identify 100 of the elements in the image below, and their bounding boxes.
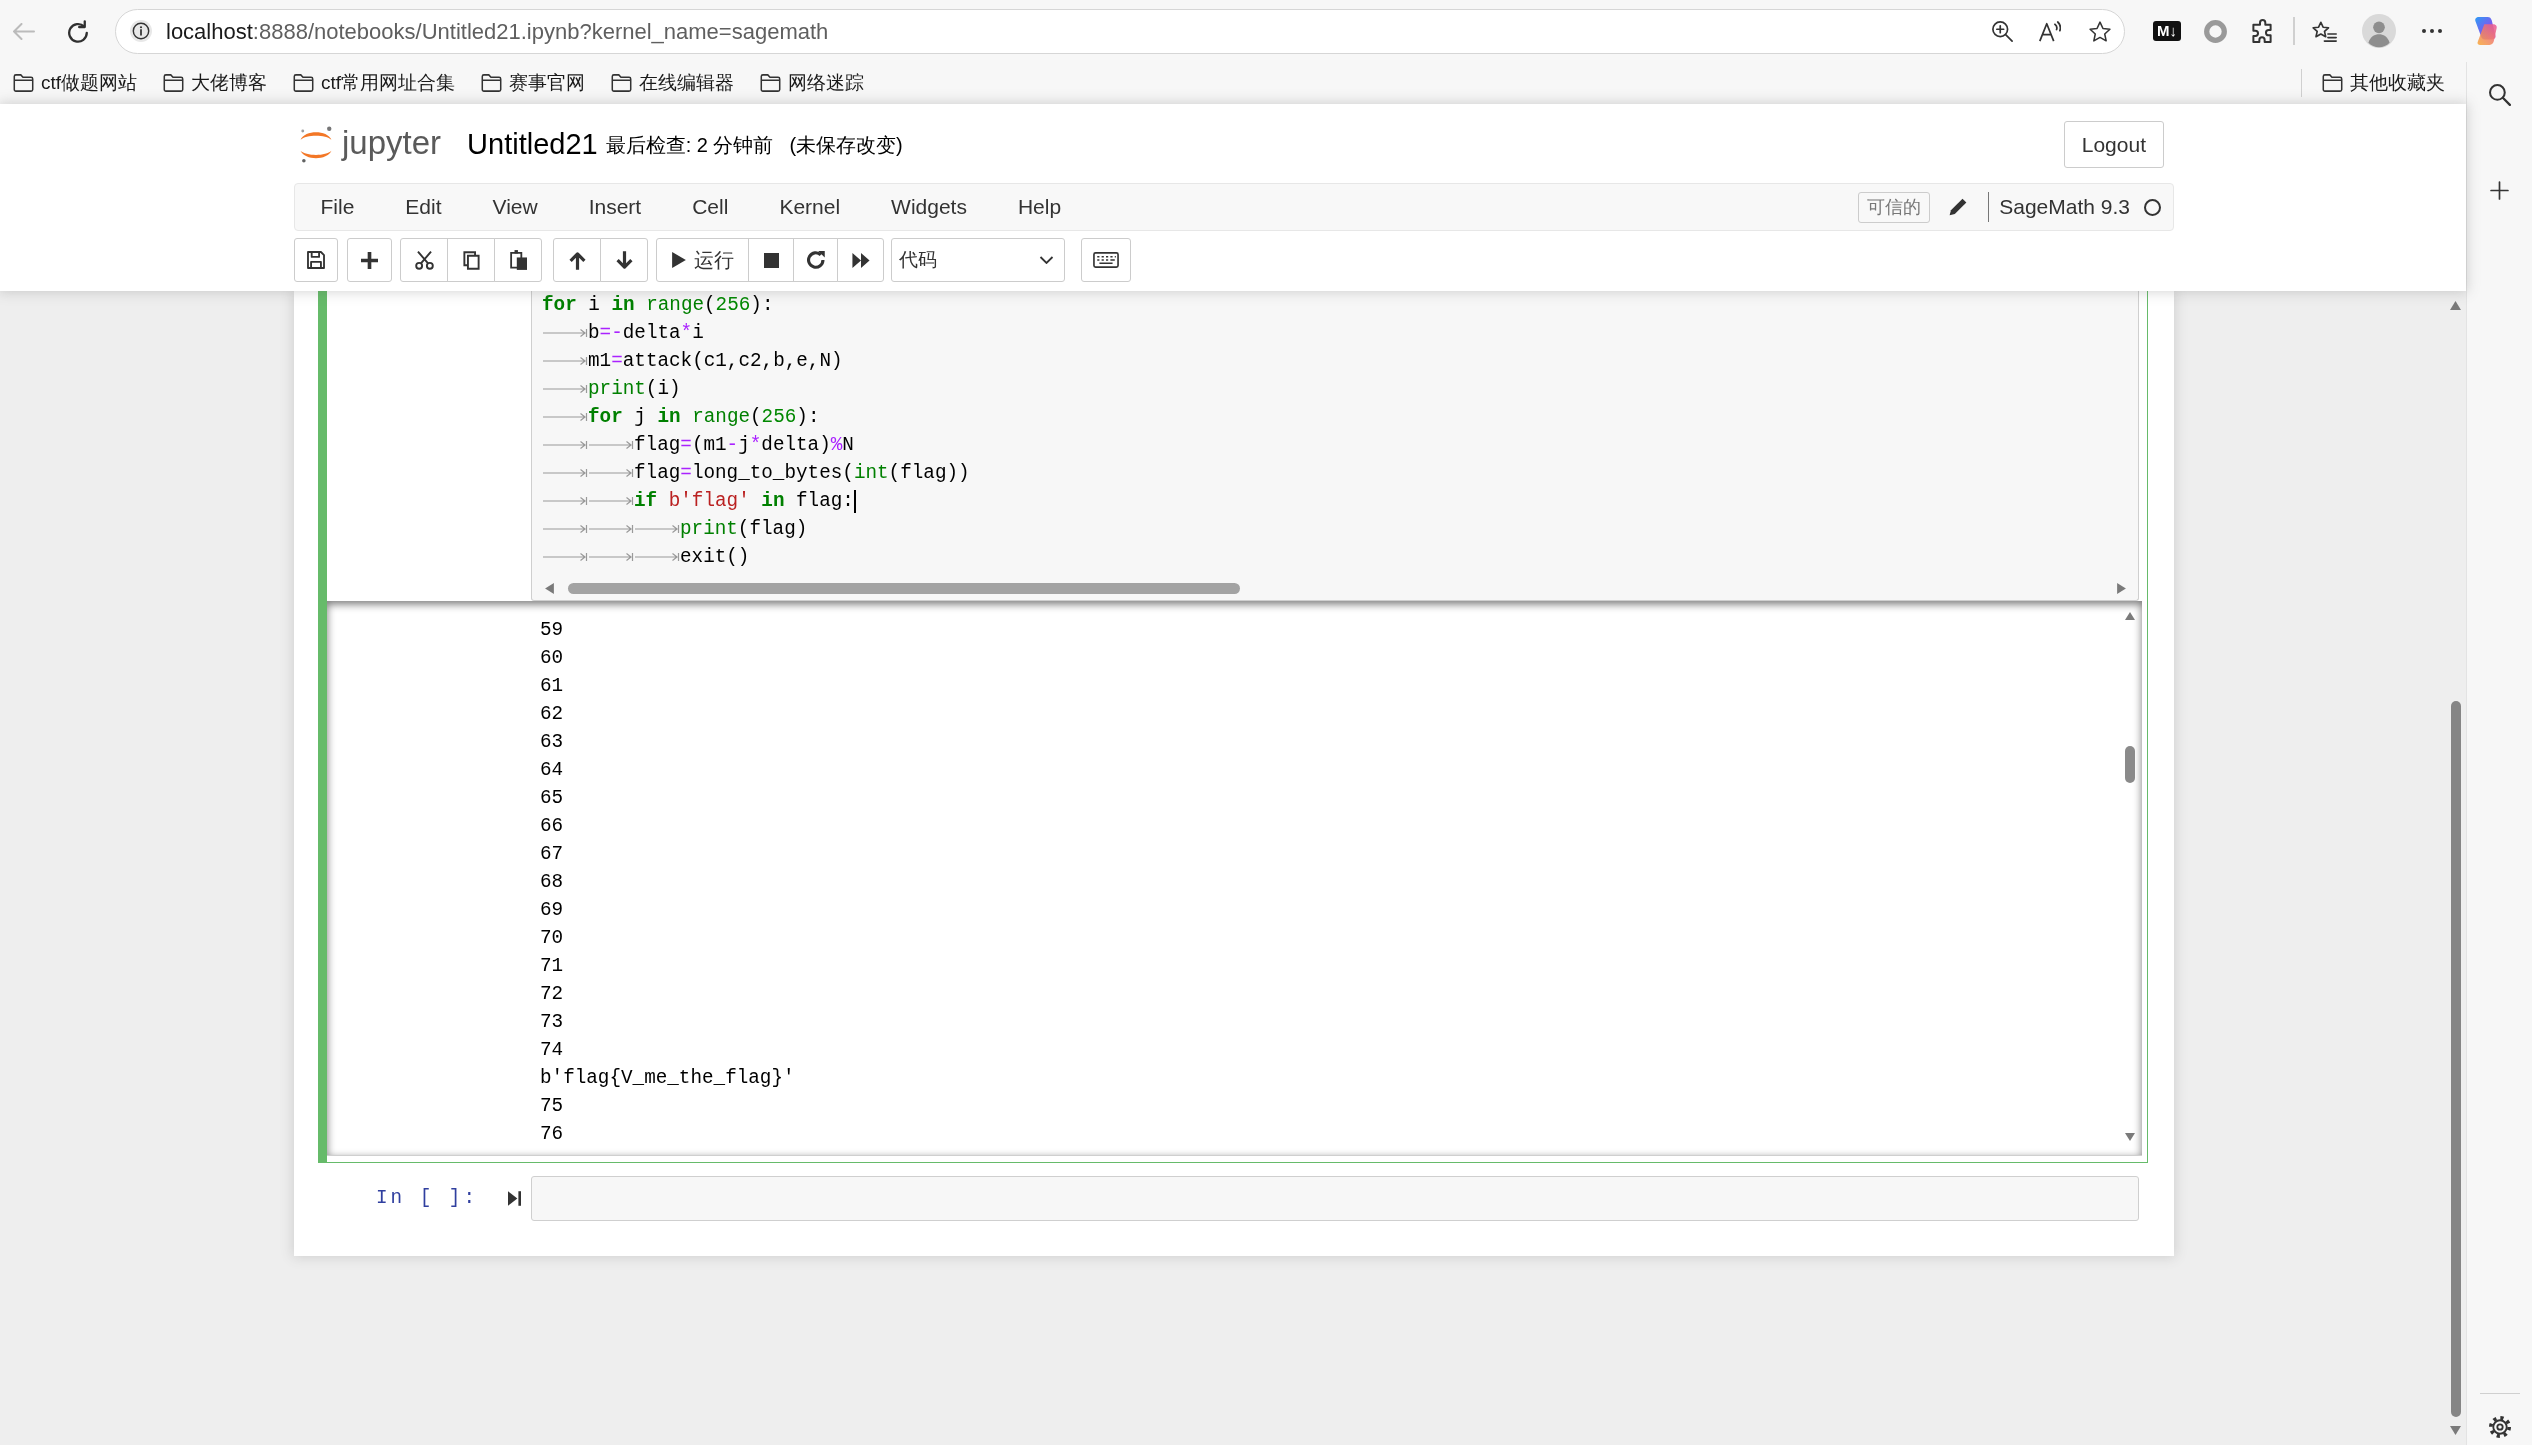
address-bar[interactable]: localhost:8888/notebooks/Untitled21.ipynb?kernel_name=sagemath bbox=[115, 8, 2125, 54]
save-button[interactable] bbox=[294, 238, 338, 282]
output-line: 66 bbox=[540, 814, 564, 839]
menu-item[interactable]: File bbox=[295, 184, 380, 230]
output-line: b'flag{V_me_the_flag}' bbox=[540, 1066, 795, 1091]
scrollbar-thumb[interactable] bbox=[2125, 746, 2135, 783]
bookmark-folder[interactable]: ctf常用网址合集 bbox=[291, 66, 458, 100]
run-button[interactable]: 运行 bbox=[656, 238, 749, 282]
more-dots-icon[interactable] bbox=[2421, 29, 2442, 33]
clipboard-icon bbox=[509, 250, 527, 270]
tab-arrow-icon bbox=[542, 468, 588, 478]
tab-arrow-icon bbox=[588, 552, 634, 562]
fast-forward-button[interactable] bbox=[837, 238, 884, 282]
logout-button[interactable]: Logout bbox=[2063, 121, 2164, 168]
pencil-icon bbox=[1948, 198, 1967, 216]
code-line: exit() bbox=[680, 545, 750, 570]
bookmark-folder[interactable]: ctf做题网站 bbox=[11, 66, 140, 100]
folder-icon bbox=[2322, 74, 2343, 92]
menu-item[interactable]: Help bbox=[992, 184, 1087, 230]
scrollbar-thumb[interactable] bbox=[568, 582, 1240, 594]
profile-avatar-icon[interactable] bbox=[2361, 14, 2396, 48]
folder-icon bbox=[481, 74, 503, 92]
bookmark-folder[interactable]: 网络迷踪 bbox=[758, 66, 867, 100]
keyboard-icon bbox=[1093, 252, 1119, 268]
star-icon[interactable] bbox=[2089, 20, 2111, 42]
output-line: 63 bbox=[540, 730, 564, 755]
move-down-button[interactable] bbox=[600, 238, 648, 282]
autosave-status: (未保存改变) bbox=[789, 132, 903, 158]
kernel-name[interactable]: SageMath 9.3 bbox=[1999, 191, 2130, 223]
settings-icon[interactable] bbox=[2488, 1416, 2511, 1438]
info-icon[interactable] bbox=[130, 20, 152, 42]
cell-type-select[interactable]: 代码 bbox=[891, 238, 1065, 282]
scroll-down-icon[interactable] bbox=[2125, 1133, 2135, 1141]
code-editor[interactable]: for i in range(256): b=-delta*i m1=attack(c1,c2,b,e,N) print(i) for j in range(256): flag=(m1-j*delta)%N flag=long_to_bytes(int(flag)) if b'flag' in flag: print(flag) exit() bbox=[531, 291, 2139, 601]
run-cell-icon[interactable] bbox=[508, 1191, 521, 1206]
bookmark-folder[interactable]: 赛事官网 bbox=[479, 66, 588, 100]
scroll-down-icon[interactable] bbox=[2450, 1426, 2461, 1435]
cut-button[interactable] bbox=[400, 238, 448, 282]
scroll-up-icon[interactable] bbox=[2450, 301, 2461, 310]
tab-arrow-icon bbox=[588, 524, 634, 534]
tab-arrow-icon bbox=[542, 524, 588, 534]
logo-icon bbox=[300, 126, 332, 163]
chevron-down-icon bbox=[1039, 256, 1054, 264]
url-text[interactable]: localhost:8888/notebooks/Untitled21.ipynb?kernel_name=sagemath bbox=[166, 14, 829, 48]
tab-arrow-icon bbox=[542, 356, 588, 366]
scroll-left-icon[interactable] bbox=[545, 582, 554, 594]
code-line: for j in range(256): bbox=[588, 405, 820, 430]
copy-button[interactable] bbox=[447, 238, 495, 282]
move-up-button[interactable] bbox=[553, 238, 601, 282]
folder-icon bbox=[760, 74, 782, 92]
folder-icon bbox=[13, 74, 34, 92]
menu-item[interactable]: Kernel bbox=[753, 184, 866, 230]
output-line: 74 bbox=[540, 1038, 564, 1063]
menu-item[interactable]: Insert bbox=[563, 184, 667, 230]
bookmark-folder[interactable]: 在线编辑器 bbox=[609, 66, 737, 100]
insert-cell-button[interactable] bbox=[347, 238, 392, 282]
checkpoint-status: 最后检查: 2 分钟前 bbox=[605, 132, 774, 158]
tab-arrow-icon bbox=[588, 440, 634, 450]
menu-item[interactable]: Widgets bbox=[865, 184, 993, 230]
plus-icon[interactable] bbox=[2490, 181, 2509, 200]
code-line: flag=(m1-j*delta)%N bbox=[634, 433, 854, 458]
code-cell[interactable]: In [ ]: bbox=[318, 1168, 2148, 1230]
bookmark-folder[interactable]: 其他收藏夹 bbox=[2322, 66, 2445, 100]
page-scrollbar-thumb[interactable] bbox=[2450, 701, 2461, 1417]
tab-arrow-icon bbox=[588, 496, 634, 506]
tab-arrow-icon bbox=[588, 468, 634, 478]
code-line: b=-delta*i bbox=[588, 321, 704, 346]
tab-arrow-icon bbox=[634, 524, 680, 534]
scissors-icon bbox=[414, 250, 434, 270]
stop-button[interactable] bbox=[748, 238, 794, 282]
code-line: print(flag) bbox=[680, 517, 808, 542]
restart-button[interactable] bbox=[793, 238, 838, 282]
code-line: flag=long_to_bytes(int(flag)) bbox=[634, 461, 970, 486]
keyboard-shortcuts-button[interactable] bbox=[1081, 238, 1131, 282]
trusted-indicator[interactable]: 可信的 bbox=[1857, 191, 1930, 223]
output-line: 68 bbox=[540, 870, 564, 895]
code-input-field[interactable] bbox=[531, 1176, 2139, 1221]
output-line: 60 bbox=[540, 646, 564, 671]
zoom-in-icon[interactable] bbox=[1992, 20, 2013, 42]
puzzle-piece-icon[interactable] bbox=[2252, 19, 2272, 43]
bookmark-folder[interactable]: 大佬博客 bbox=[161, 66, 270, 100]
extension-button[interactable]: M↓ bbox=[2153, 21, 2181, 41]
search-icon[interactable] bbox=[2488, 84, 2511, 106]
read-aloud-icon[interactable] bbox=[2039, 20, 2061, 42]
menu-item[interactable]: Edit bbox=[379, 184, 468, 230]
code-line: for i in range(256): bbox=[542, 293, 774, 318]
scroll-right-icon[interactable] bbox=[2117, 582, 2126, 594]
folder-icon bbox=[293, 74, 315, 92]
notebook-title[interactable]: Untitled21 bbox=[467, 122, 598, 167]
ring-icon[interactable] bbox=[2204, 19, 2227, 43]
menu-item[interactable]: Cell bbox=[666, 184, 754, 230]
code-line: m1=attack(c1,c2,b,e,N) bbox=[588, 349, 843, 374]
paste-button[interactable] bbox=[494, 238, 542, 282]
tab-arrow-icon bbox=[542, 412, 588, 422]
output-line: 67 bbox=[540, 842, 564, 867]
menu-item[interactable]: View bbox=[467, 184, 564, 230]
folder-icon bbox=[163, 74, 185, 92]
favorites-icon[interactable] bbox=[2311, 20, 2337, 42]
code-line: print(i) bbox=[588, 377, 681, 402]
scroll-up-icon[interactable] bbox=[2125, 612, 2135, 620]
